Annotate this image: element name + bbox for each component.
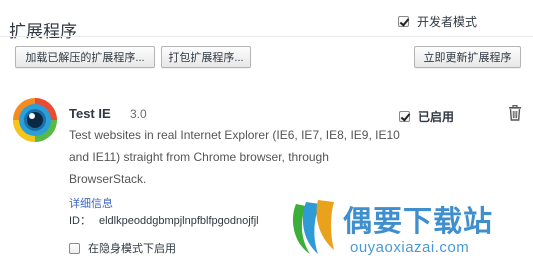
browserstack-eye-icon (13, 98, 57, 142)
details-link[interactable]: 详细信息 (69, 195, 113, 211)
site-watermark: 偶要下载站 ouyaoxiazai.com (288, 198, 533, 258)
update-extensions-button[interactable]: 立即更新扩展程序 (414, 46, 521, 68)
incognito-toggle[interactable]: 在隐身模式下启用 (69, 240, 176, 256)
watermark-title: 偶要下载站 (343, 206, 494, 238)
incognito-checkbox[interactable] (69, 242, 80, 254)
page-title: 扩展程序 (9, 22, 77, 42)
developer-mode-toggle[interactable]: 开发者模式 (398, 13, 477, 30)
pack-extension-button[interactable]: 打包扩展程序... (161, 46, 251, 68)
enabled-label: 已启用 (418, 110, 455, 124)
extension-description: Test websites in real Internet Explorer … (69, 128, 400, 186)
extension-id-label: ID： (69, 215, 91, 227)
load-unpacked-button[interactable]: 加载已解压的扩展程序... (15, 46, 155, 68)
extension-id: ID： eldlkpeoddgbmpjlnpfblfpgodnojfjl (69, 212, 259, 228)
developer-mode-checkbox[interactable] (398, 16, 409, 27)
enabled-toggle[interactable]: 已启用 (399, 108, 454, 125)
watermark-url: ouyaoxiazai.com (350, 239, 470, 256)
extension-id-value: eldlkpeoddgbmpjlnpfblfpgodnojfjl (99, 215, 259, 227)
extension-version: 3.0 (130, 107, 147, 121)
incognito-label: 在隐身模式下启用 (88, 243, 176, 255)
developer-mode-label: 开发者模式 (417, 15, 478, 29)
extension-name: Test IE (69, 106, 111, 121)
enabled-checkbox[interactable] (399, 111, 410, 122)
trash-icon[interactable] (508, 105, 522, 121)
watermark-logo-icon (292, 200, 334, 254)
header-divider (0, 36, 533, 37)
